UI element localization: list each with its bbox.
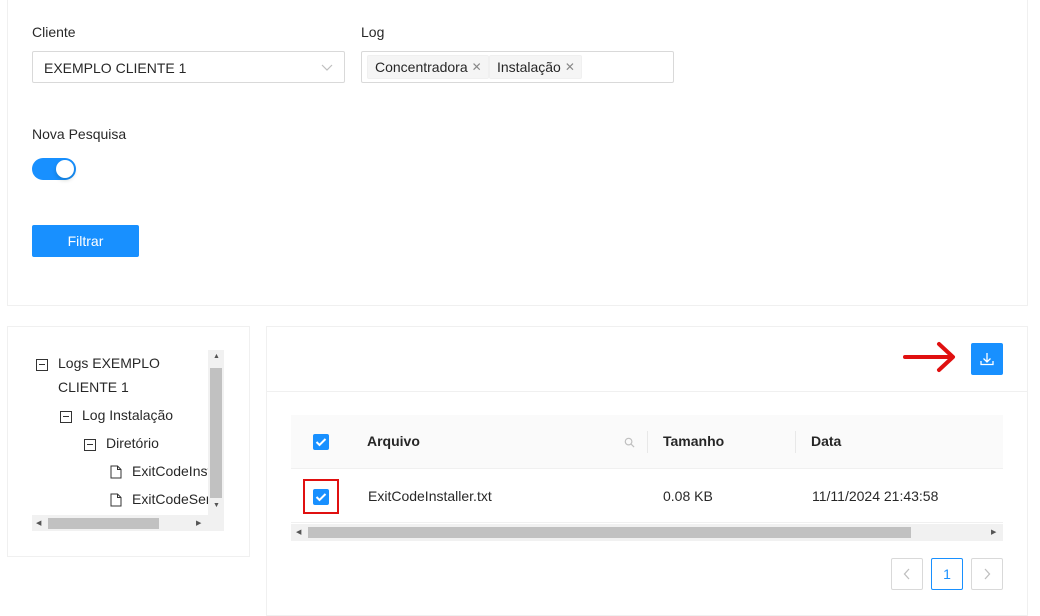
cell-arquivo: ExitCodeInstaller.txt [368, 488, 492, 504]
table-horizontal-scrollbar[interactable]: ◀ ▶ [291, 524, 1003, 541]
cliente-select[interactable]: EXEMPLO CLIENTE 1 [32, 51, 345, 83]
scroll-thumb[interactable] [48, 518, 159, 529]
tree-node-log-instalacao[interactable]: Log Instalação [60, 407, 173, 423]
tree-node-label: ExitCodeSen [132, 491, 208, 507]
scroll-thumb[interactable] [308, 527, 911, 538]
annotation-highlight-box [303, 479, 339, 514]
cliente-label: Cliente [32, 24, 76, 40]
pagination-prev-button[interactable] [891, 558, 923, 590]
scroll-thumb[interactable] [210, 368, 222, 498]
download-icon [980, 353, 994, 366]
nova-pesquisa-switch[interactable] [32, 158, 76, 180]
chevron-down-icon [321, 64, 333, 71]
column-divider [795, 431, 796, 453]
tree-node-file2[interactable]: ExitCodeSen [110, 491, 208, 507]
log-label: Log [361, 24, 385, 40]
file-icon [110, 465, 122, 479]
table-header: Arquivo Tamanho Data [291, 415, 1003, 469]
tree-node-label: Log Instalação [82, 407, 174, 423]
tree-node-label: ExitCodeInst [132, 463, 208, 479]
scroll-left-icon[interactable]: ◀ [36, 519, 41, 527]
column-divider [647, 431, 648, 453]
tree-node-label: Logs EXEMPLO CLIENTE 1 [58, 351, 160, 399]
pagination-page-1[interactable]: 1 [931, 558, 963, 590]
cell-data: 11/11/2024 21:43:58 [812, 488, 939, 504]
scroll-right-icon[interactable]: ▶ [991, 528, 996, 536]
file-tree: Logs EXEMPLO CLIENTE 1 Log Instalação Di… [36, 350, 208, 515]
table-row[interactable]: ExitCodeInstaller.txt 0.08 KB 11/11/2024… [291, 470, 1003, 523]
tree-node-file1[interactable]: ExitCodeInst [110, 463, 208, 479]
tree-vertical-scrollbar[interactable]: ▲ ▼ [208, 350, 224, 515]
close-icon[interactable]: ✕ [472, 56, 482, 78]
filtrar-button[interactable]: Filtrar [32, 225, 139, 257]
collapse-icon[interactable] [60, 411, 72, 423]
filter-panel [7, 0, 1028, 306]
log-tag-concentradora: Concentradora ✕ [367, 55, 489, 79]
tree-node-root[interactable]: Logs EXEMPLO CLIENTE 1 [36, 355, 160, 399]
column-header-tamanho[interactable]: Tamanho [663, 433, 724, 449]
pagination-next-button[interactable] [971, 558, 1003, 590]
tree-horizontal-scrollbar[interactable]: ◀ ▶ [32, 515, 224, 531]
log-multiselect[interactable]: Concentradora ✕ Instalação ✕ [361, 51, 674, 83]
switch-knob [56, 160, 74, 178]
cliente-value: EXEMPLO CLIENTE 1 [44, 60, 187, 76]
tag-label: Instalação [497, 59, 561, 75]
search-icon[interactable] [624, 437, 635, 448]
files-header-divider [266, 391, 1028, 392]
check-icon [315, 438, 327, 447]
collapse-icon[interactable] [36, 359, 48, 371]
scroll-up-icon[interactable]: ▲ [213, 353, 220, 360]
select-all-checkbox[interactable] [313, 434, 329, 450]
column-header-arquivo[interactable]: Arquivo [367, 433, 420, 449]
scroll-down-icon[interactable]: ▼ [213, 502, 220, 509]
files-table: Arquivo Tamanho Data ExitCodeInstaller.t… [291, 415, 1003, 523]
chevron-right-icon [984, 568, 991, 580]
root-line2: CLIENTE 1 [58, 379, 129, 395]
tree-node-label: Diretório [106, 435, 159, 451]
file-icon [110, 493, 122, 507]
scroll-right-icon[interactable]: ▶ [196, 519, 201, 527]
scroll-left-icon[interactable]: ◀ [296, 528, 301, 536]
download-button[interactable] [971, 343, 1003, 375]
tag-label: Concentradora [375, 59, 468, 75]
nova-pesquisa-label: Nova Pesquisa [32, 126, 127, 142]
root-line1: Logs EXEMPLO [58, 355, 160, 371]
column-header-data[interactable]: Data [811, 433, 841, 449]
annotation-arrow-icon [903, 342, 955, 372]
close-icon[interactable]: ✕ [565, 56, 575, 78]
chevron-left-icon [903, 568, 910, 580]
collapse-icon[interactable] [84, 439, 96, 451]
tree-node-diretorio[interactable]: Diretório [84, 435, 159, 451]
cell-tamanho: 0.08 KB [663, 488, 713, 504]
log-tag-instalacao: Instalação ✕ [489, 55, 582, 79]
